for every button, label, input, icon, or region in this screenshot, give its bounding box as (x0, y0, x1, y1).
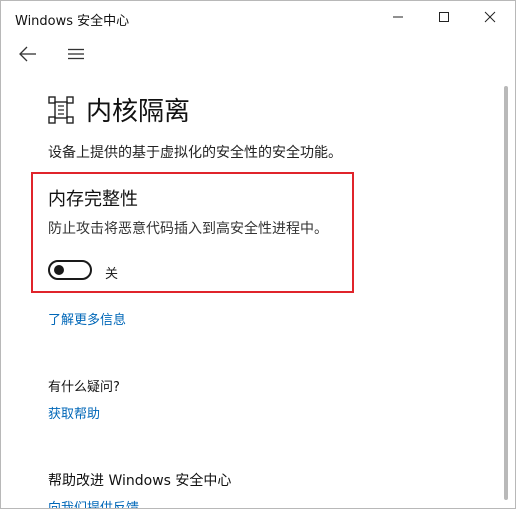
scrollbar-thumb[interactable] (504, 86, 508, 500)
app-window: Windows 安全中心 内核隔离 设备上提供的基于虚拟化的安全性的安全功能。 … (0, 0, 516, 509)
toggle-knob (54, 265, 64, 275)
feedback-link[interactable]: 向我们提供反馈 (48, 497, 139, 508)
core-isolation-chip-icon (48, 96, 74, 124)
memory-integrity-title: 内存完整性 (48, 189, 138, 210)
questions-heading: 有什么疑问? (48, 380, 120, 395)
memory-integrity-description: 防止攻击将恶意代码插入到高安全性进程中。 (48, 221, 328, 237)
arrow-left-icon (19, 46, 36, 62)
memory-integrity-toggle[interactable] (48, 260, 92, 280)
close-icon (484, 11, 496, 23)
page-title: 内核隔离 (86, 97, 191, 127)
menu-button[interactable] (63, 41, 89, 67)
window-title: Windows 安全中心 (15, 14, 130, 29)
toggle-state-label: 关 (105, 267, 119, 282)
back-button[interactable] (15, 41, 41, 67)
minimize-button[interactable] (375, 1, 421, 33)
hamburger-menu-icon (68, 48, 84, 60)
get-help-link[interactable]: 获取帮助 (48, 403, 100, 422)
improve-heading: 帮助改进 Windows 安全中心 (48, 473, 232, 489)
maximize-icon (439, 12, 449, 22)
maximize-button[interactable] (421, 1, 467, 33)
title-bar: Windows 安全中心 (1, 1, 515, 33)
minimize-icon (393, 16, 403, 18)
close-button[interactable] (467, 1, 513, 33)
page-description: 设备上提供的基于虚拟化的安全性的安全功能。 (48, 145, 342, 161)
learn-more-link[interactable]: 了解更多信息 (48, 309, 126, 328)
